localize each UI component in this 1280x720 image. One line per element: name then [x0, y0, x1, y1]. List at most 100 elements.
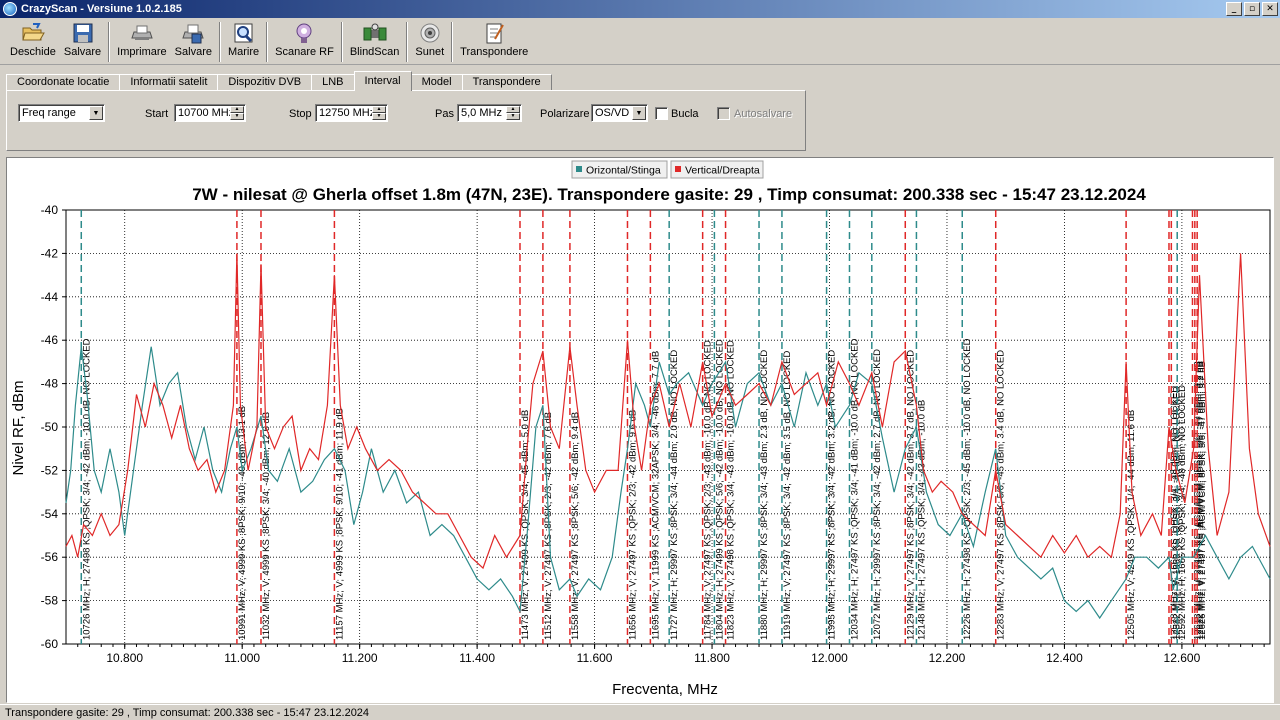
polarization-label: Polarizare [540, 108, 590, 120]
sound-label: Sunet [415, 46, 445, 58]
tab-model[interactable]: Model [410, 74, 463, 91]
y-tick-label: -52 [41, 463, 59, 477]
transponder-label: 11823 MHz; V; 27498 KS ;QPSK; 3/4; -43 d… [726, 340, 737, 640]
y-tick-label: -42 [41, 246, 59, 260]
window-controls: _ ▫ ✕ [1226, 2, 1278, 16]
radar-icon [292, 22, 316, 44]
x-tick-label: 12.600 [1164, 651, 1201, 665]
step-spinner[interactable]: ▲ ▼ [506, 106, 520, 120]
x-tick-label: 11.800 [694, 651, 730, 665]
print-save-button[interactable]: Salvare [171, 19, 216, 63]
start-label: Start [145, 108, 169, 120]
floppy-disk-icon [71, 22, 95, 44]
chevron-down-icon[interactable]: ▼ [89, 106, 103, 120]
close-button[interactable]: ✕ [1262, 2, 1278, 16]
open-label: Deschide [10, 46, 56, 58]
autosave-checkbox[interactable] [717, 107, 730, 120]
zoom-label: Marire [227, 46, 260, 58]
y-tick-label: -54 [41, 507, 59, 521]
tab-transponders[interactable]: Transpondere [461, 74, 552, 91]
y-tick-label: -50 [41, 420, 59, 434]
loop-checkbox[interactable] [655, 107, 668, 120]
notepad-icon [482, 22, 506, 44]
tab-interval[interactable]: Interval [353, 71, 412, 91]
transponder-label: 11473 MHz; V; 27499 KS ;QPSK; 3/4; -45 d… [520, 410, 531, 640]
tab-lnb[interactable]: LNB [311, 74, 355, 91]
transponder-label: 12129 MHz; V; 27497 KS ;8PSK; 3/4; -42 d… [905, 350, 916, 640]
transponder-label: 11919 MHz; V; 27497 KS ;8PSK; 3/4; -42 d… [782, 350, 793, 640]
toolbar-separator [406, 22, 409, 62]
start-spinner[interactable]: ▲ ▼ [230, 106, 244, 120]
interval-panel: Freq range ▼ Start 10700 MHz ▲ ▼ Stop 127… [6, 90, 806, 151]
legend-label: Orizontal/Stinga [586, 165, 661, 177]
spin-down-icon[interactable]: ▼ [372, 113, 386, 120]
transponder-label: 12592 MHz; H; 1666 KS ;QPSK; 3/4; -48 dB… [1177, 385, 1188, 640]
transponder-label: 11558 MHz; V; 27497 KS ;8PSK; 5/6; -42 d… [570, 412, 581, 640]
spectrum-chart-panel: -40 -42 -44 -46 -48 -50 -52 -54 -56 -58 -60 10.800 1… [6, 157, 1274, 703]
window-title: CrazyScan - Versiune 1.0.2.185 [21, 3, 182, 15]
title-bar: CrazyScan - Versiune 1.0.2.185 _ ▫ ✕ [0, 0, 1280, 18]
sound-button[interactable]: Sunet [411, 19, 448, 63]
legend-swatch [675, 166, 681, 172]
polarization-select[interactable]: OS/VD ▼ [591, 104, 648, 122]
y-tick-label: -40 [41, 203, 59, 217]
toolbar-separator [451, 22, 454, 62]
x-tick-label: 11.600 [577, 651, 613, 665]
chevron-down-icon[interactable]: ▼ [632, 106, 646, 120]
y-tick-label: -44 [41, 290, 59, 304]
x-tick-label: 12.000 [811, 651, 848, 665]
step-label: Pas [435, 108, 454, 120]
transponder-label: 11157 MHz; V; 4999 KS ;8PSK; 9/10; -41 d… [334, 408, 345, 640]
transponder-label: 12226 MHz; H; 27498 KS ;QPSK; 2/3; -45 d… [962, 338, 973, 640]
rf-scan-label: Scanare RF [275, 46, 334, 58]
blindscan-label: BlindScan [349, 46, 400, 58]
legend-swatch [576, 166, 582, 172]
x-tick-label: 11.000 [224, 651, 260, 665]
folder-open-icon [21, 22, 45, 44]
blindscan-button[interactable]: BlindScan [346, 19, 404, 63]
app-icon [3, 2, 17, 16]
spin-up-icon[interactable]: ▲ [372, 106, 386, 113]
x-tick-label: 10.800 [106, 651, 143, 665]
x-tick-label: 11.200 [342, 651, 378, 665]
transponders-label: Transpondere [460, 46, 529, 58]
spin-down-icon[interactable]: ▼ [230, 113, 244, 120]
rf-scan-button[interactable]: Scanare RF [271, 19, 338, 63]
spin-up-icon[interactable]: ▲ [230, 106, 244, 113]
step-value: 5,0 MHz [461, 107, 502, 119]
stop-spinner[interactable]: ▲ ▼ [372, 106, 386, 120]
transponder-label: 11695 MHz; V; 11999 KS ;ACM/VCM; 32APSK;… [650, 351, 661, 640]
tab-strip: Coordonate locatie Informatii satelit Di… [6, 71, 552, 91]
tab-coordinates[interactable]: Coordonate locatie [6, 74, 121, 91]
x-axis-label: Frecventa, MHz [612, 681, 718, 698]
x-tick-label: 12.200 [929, 651, 966, 665]
maximize-button[interactable]: ▫ [1244, 2, 1260, 16]
step-input[interactable]: 5,0 MHz ▲ ▼ [457, 104, 522, 122]
mode-select[interactable]: Freq range ▼ [18, 104, 105, 122]
transponders-button[interactable]: Transpondere [456, 19, 532, 63]
stop-input[interactable]: 12750 MHz ▲ ▼ [315, 104, 388, 122]
x-tick-label: 12.400 [1046, 651, 1083, 665]
magnifier-icon [232, 22, 256, 44]
spin-down-icon[interactable]: ▼ [506, 113, 520, 120]
interval-controls: Freq range ▼ Start 10700 MHz ▲ ▼ Stop 127… [7, 104, 805, 124]
print-label: Imprimare [117, 46, 167, 58]
y-tick-label: -46 [41, 333, 59, 347]
minimize-button[interactable]: _ [1226, 2, 1242, 16]
printer-save-icon [181, 22, 205, 44]
stop-value: 12750 MHz [319, 107, 376, 119]
spin-up-icon[interactable]: ▲ [506, 106, 520, 113]
stop-label: Stop [289, 108, 312, 120]
satellite-icon [363, 22, 387, 44]
loop-label: Bucla [671, 108, 699, 120]
print-button[interactable]: Imprimare [113, 19, 171, 63]
tab-dvb-device[interactable]: Dispozitiv DVB [217, 74, 313, 91]
spectrum-chart[interactable]: -40 -42 -44 -46 -48 -50 -52 -54 -56 -58 -60 10.800 1… [7, 158, 1273, 702]
open-button[interactable]: Deschide [6, 19, 60, 63]
zoom-button[interactable]: Marire [224, 19, 263, 63]
start-input[interactable]: 10700 MHz ▲ ▼ [174, 104, 246, 122]
tab-satellite-info[interactable]: Informatii satelit [119, 74, 219, 91]
mode-value: Freq range [22, 107, 76, 119]
toolbar: Deschide Salvare Imprimare Salvare Marir… [0, 19, 1280, 65]
save-button[interactable]: Salvare [60, 19, 105, 63]
